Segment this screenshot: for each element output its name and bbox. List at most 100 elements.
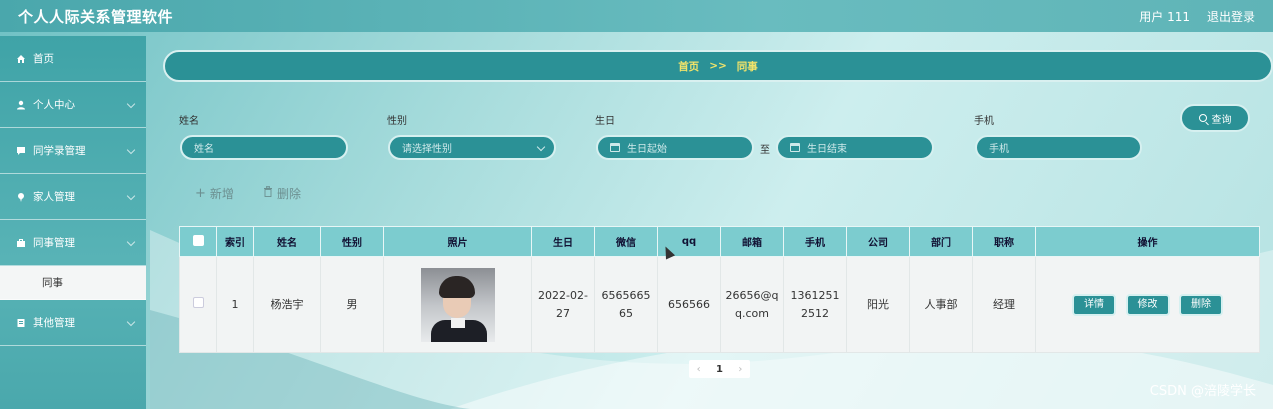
chevron-down-icon <box>126 317 136 327</box>
breadcrumb-separator: >> <box>709 60 727 72</box>
column-header: 公司 <box>846 226 910 257</box>
column-header: 职称 <box>972 226 1036 257</box>
detail-button[interactable]: 详情 <box>1072 293 1116 316</box>
cell-qq: 656566 <box>657 256 721 353</box>
select-all-checkbox[interactable] <box>192 234 204 246</box>
name-filter-placeholder: 姓名 <box>194 144 214 155</box>
column-header: 微信 <box>594 226 658 257</box>
watermark: CSDN @涪陵学长 <box>1149 384 1256 399</box>
sidebar-item-classmates[interactable]: 同学录管理 <box>0 128 146 174</box>
plus-icon: + <box>195 186 206 201</box>
cell-photo <box>383 256 532 353</box>
calendar-icon <box>790 143 800 152</box>
sidebar-subitem-colleague[interactable]: 同事 <box>0 266 146 300</box>
chevron-down-icon <box>536 142 546 152</box>
column-header: 姓名 <box>253 226 321 257</box>
cell-title: 经理 <box>972 256 1036 353</box>
gender-select-placeholder: 请选择性别 <box>402 144 452 155</box>
prev-page-button[interactable]: ‹ <box>697 364 701 375</box>
sidebar-item-label: 同事管理 <box>33 237 75 249</box>
birthday-end-input[interactable]: 生日结束 <box>776 135 934 160</box>
sidebar-item-label: 其他管理 <box>33 317 75 329</box>
cell-email: 26656@qq.com <box>720 256 784 353</box>
chat-icon <box>15 145 27 157</box>
doc-icon <box>15 317 27 329</box>
add-button-label: 新增 <box>209 187 234 201</box>
sidebar: 首页 个人中心 同学录管理 家人管理 同事管理 同事 其他管理 <box>0 36 146 409</box>
sidebar-item-other[interactable]: 其他管理 <box>0 300 146 346</box>
phone-filter-input[interactable]: 手机 <box>975 135 1142 160</box>
sidebar-item-personal-center[interactable]: 个人中心 <box>0 82 146 128</box>
column-header: 操作 <box>1035 226 1260 257</box>
add-button[interactable]: + 新增 <box>195 185 234 202</box>
name-filter-input[interactable]: 姓名 <box>180 135 348 160</box>
column-header: 生日 <box>531 226 595 257</box>
name-filter-label: 姓名 <box>179 116 199 127</box>
user-icon <box>15 99 27 111</box>
current-user: 用户 111 <box>1139 10 1190 24</box>
search-button-label: 查询 <box>1211 114 1232 126</box>
home-icon <box>15 53 27 65</box>
edit-button[interactable]: 修改 <box>1125 293 1170 316</box>
breadcrumb-current: 同事 <box>736 60 758 73</box>
birthday-filter-label: 生日 <box>595 116 615 127</box>
next-page-button[interactable]: › <box>738 364 742 375</box>
delete-button-label: 删除 <box>277 187 302 201</box>
column-header: 索引 <box>216 226 254 257</box>
birthday-start-input[interactable]: 生日起始 <box>596 135 754 160</box>
cell-name: 杨浩宇 <box>253 256 321 353</box>
page-number[interactable]: 1 <box>716 364 723 375</box>
date-range-separator: 至 <box>760 145 770 156</box>
delete-button[interactable]: 删除 <box>263 185 301 202</box>
cell-birthday: 2022-02-27 <box>531 256 595 353</box>
breadcrumb-home[interactable]: 首页 <box>678 59 699 74</box>
sidebar-item-family[interactable]: 家人管理 <box>0 174 146 220</box>
chevron-down-icon <box>126 191 136 201</box>
briefcase-icon <box>15 237 27 249</box>
birthday-end-placeholder: 生日结束 <box>807 144 847 155</box>
cell-wechat: 656566565 <box>594 256 658 353</box>
phone-filter-label: 手机 <box>974 116 994 127</box>
sidebar-item-home[interactable]: 首页 <box>0 36 146 82</box>
pagination: ‹ 1 › <box>689 360 750 378</box>
birthday-start-placeholder: 生日起始 <box>627 144 667 155</box>
row-select-cell[interactable] <box>179 256 217 353</box>
colleague-photo <box>420 267 495 342</box>
cell-company: 阳光 <box>846 256 910 353</box>
sidebar-item-label: 个人中心 <box>33 99 75 111</box>
row-delete-button[interactable]: 删除 <box>1179 293 1223 316</box>
row-checkbox[interactable] <box>192 296 204 308</box>
logout-link[interactable]: 退出登录 <box>1207 8 1255 25</box>
breadcrumb: 首页 >> 同事 <box>163 50 1273 82</box>
select-all-cell[interactable] <box>179 226 217 257</box>
gender-select[interactable]: 请选择性别 <box>388 135 556 160</box>
sidebar-item-label: 家人管理 <box>33 191 75 203</box>
cell-department: 人事部 <box>909 256 973 353</box>
trash-icon <box>263 186 273 201</box>
column-header: 邮箱 <box>720 226 784 257</box>
phone-filter-placeholder: 手机 <box>989 144 1009 155</box>
chevron-down-icon <box>126 145 136 155</box>
column-header: 照片 <box>383 226 532 257</box>
search-button[interactable]: 查询 <box>1180 104 1250 132</box>
chevron-down-icon <box>126 237 136 247</box>
app-title: 个人人际关系管理软件 <box>18 8 174 26</box>
colleague-table: 索引 姓名 性别 照片 生日 微信 qq 邮箱 手机 公司 部门 职称 操作 1… <box>179 226 1260 353</box>
sidebar-item-colleagues[interactable]: 同事管理 <box>0 220 146 266</box>
pin-icon <box>15 191 27 203</box>
column-header: 部门 <box>909 226 973 257</box>
cell-actions: 详情 修改 删除 <box>1035 256 1260 353</box>
table-header-row: 索引 姓名 性别 照片 生日 微信 qq 邮箱 手机 公司 部门 职称 操作 <box>179 226 1260 257</box>
gender-filter-label: 性别 <box>387 116 407 127</box>
cell-phone: 13612512512 <box>783 256 847 353</box>
search-icon <box>1198 114 1207 122</box>
top-bar: 个人人际关系管理软件 用户 111 退出登录 <box>0 0 1273 32</box>
chevron-down-icon <box>126 99 136 109</box>
sidebar-item-label: 首页 <box>33 53 54 65</box>
sidebar-item-label: 同学录管理 <box>33 145 86 157</box>
cell-gender: 男 <box>320 256 384 353</box>
cell-index: 1 <box>216 256 254 353</box>
table-row: 1 杨浩宇 男 2022-02-27 656566565 656566 2665… <box>179 256 1260 353</box>
calendar-icon <box>610 143 620 152</box>
column-header: 性别 <box>320 226 384 257</box>
